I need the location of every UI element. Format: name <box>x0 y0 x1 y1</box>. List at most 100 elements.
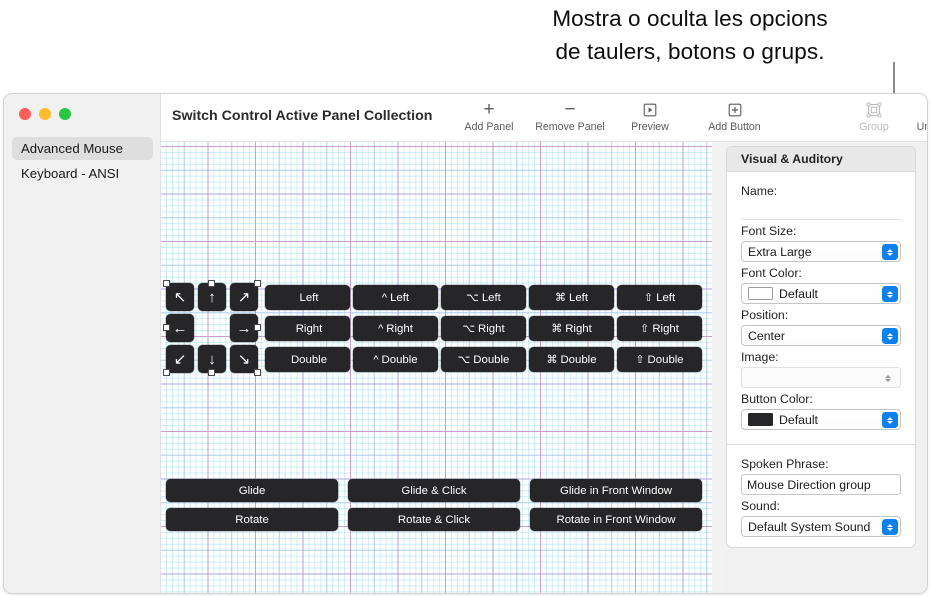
preview-button[interactable]: Preview <box>613 94 687 140</box>
font-size-select[interactable]: Extra Large <box>741 241 901 262</box>
sound-value: Default System Sound <box>748 519 871 534</box>
button-command-click-left[interactable]: ⌘ Left <box>529 285 614 310</box>
button-ctrl-double-click[interactable]: ^ Double <box>353 347 438 372</box>
chevron-updown-icon[interactable] <box>882 412 898 428</box>
sound-label: Sound: <box>741 499 780 513</box>
remove-panel-label: Remove Panel <box>535 121 605 133</box>
font-color-select[interactable]: Default <box>741 283 901 304</box>
selection-handle-bottom-center[interactable] <box>208 369 215 376</box>
button-shift-double-click[interactable]: ⇧ Double <box>617 347 702 372</box>
inspector-card: Visual & Auditory Name: Font Size: Extra… <box>726 146 916 548</box>
name-label: Name: <box>741 184 778 198</box>
maximize-button[interactable] <box>59 108 71 120</box>
remove-panel-button[interactable]: − Remove Panel <box>527 94 613 140</box>
position-select[interactable]: Center <box>741 325 901 346</box>
button-label: Right <box>478 322 505 335</box>
button-glide[interactable]: Glide <box>166 479 338 502</box>
arrow-up-icon: ↑ <box>208 288 216 306</box>
window-controls[interactable] <box>19 108 71 120</box>
sound-select[interactable]: Default System Sound <box>741 516 901 537</box>
button-ctrl-click-left[interactable]: ^ Left <box>353 285 438 310</box>
button-label: Glide & Click <box>401 484 467 497</box>
button-label: Right <box>386 322 413 335</box>
button-rotate-and-click[interactable]: Rotate & Click <box>348 508 520 531</box>
selection-handle-top-center[interactable] <box>208 280 215 287</box>
button-ctrl-click-right[interactable]: ^ Right <box>353 316 438 341</box>
chevron-updown-icon[interactable] <box>880 370 896 386</box>
button-glide-in-front-window[interactable]: Glide in Front Window <box>530 479 702 502</box>
selection-handle-bottom-right[interactable] <box>254 369 261 376</box>
button-shift-click-left[interactable]: ⇧ Left <box>617 285 702 310</box>
font-color-value: Default <box>779 286 818 301</box>
button-label: Double <box>381 353 418 366</box>
modifier-glyph: ⌥ <box>466 292 479 304</box>
button-arrow-down-left[interactable]: ↙ <box>166 345 194 373</box>
chevron-updown-icon[interactable] <box>882 244 898 260</box>
selection-handle-top-left[interactable] <box>163 280 170 287</box>
arrow-up-left-icon: ↖ <box>173 289 187 306</box>
button-arrow-up-right[interactable]: ↗ <box>230 283 258 311</box>
button-label: Double <box>647 353 684 366</box>
chevron-updown-icon[interactable] <box>882 328 898 344</box>
button-command-double-click[interactable]: ⌘ Double <box>529 347 614 372</box>
ungroup-label: Ungroup <box>916 121 927 133</box>
button-double-click[interactable]: Double <box>265 347 350 372</box>
close-button[interactable] <box>19 108 31 120</box>
button-option-double-click[interactable]: ⌥ Double <box>441 347 526 372</box>
button-label: Rotate & Click <box>397 513 471 526</box>
toolbar-items: + Add Panel − Remove Panel Preview Add B… <box>451 94 927 142</box>
button-label: Glide <box>238 484 266 497</box>
selection-handle-bottom-left[interactable] <box>163 369 170 376</box>
button-glide-and-click[interactable]: Glide & Click <box>348 479 520 502</box>
selection-handle-top-right[interactable] <box>254 280 261 287</box>
selection-handle-middle-left[interactable] <box>163 324 170 331</box>
button-click-left[interactable]: Left <box>265 285 350 310</box>
sidebar-item-advanced-mouse[interactable]: Advanced Mouse <box>12 137 153 160</box>
button-label: Left <box>299 291 319 304</box>
button-label: Left <box>656 291 676 304</box>
button-color-select[interactable]: Default <box>741 409 901 430</box>
button-arrow-left[interactable]: ← <box>166 314 194 342</box>
modifier-glyph: ⌥ <box>462 323 476 335</box>
toolbar: Switch Control Active Panel Collection +… <box>161 94 927 142</box>
font-size-value: Extra Large <box>748 244 812 259</box>
inspector-panel: Visual & Auditory Name: Font Size: Extra… <box>724 142 927 593</box>
chevron-updown-icon[interactable] <box>882 286 898 302</box>
button-option-click-right[interactable]: ⌥ Right <box>441 316 526 341</box>
add-panel-button[interactable]: + Add Panel <box>451 94 527 140</box>
callout-line-1: Mostra o oculta les opcions <box>552 6 828 31</box>
add-button-button[interactable]: Add Button <box>687 94 782 140</box>
button-arrow-up-left[interactable]: ↖ <box>166 283 194 311</box>
sidebar-item-keyboard-ansi[interactable]: Keyboard - ANSI <box>12 162 153 185</box>
button-command-click-right[interactable]: ⌘ Right <box>529 316 614 341</box>
button-rotate[interactable]: Rotate <box>166 508 338 531</box>
name-input[interactable] <box>741 201 901 220</box>
image-select[interactable] <box>741 367 901 388</box>
plus-icon: + <box>483 99 495 120</box>
group-button[interactable]: Group <box>844 94 904 140</box>
selection-handle-middle-right[interactable] <box>254 324 261 331</box>
arrow-down-left-icon: ↙ <box>173 351 187 368</box>
button-label: Rotate in Front Window <box>556 513 676 526</box>
ungroup-button[interactable]: Ungroup <box>904 94 927 140</box>
button-click-right[interactable]: Right <box>265 316 350 341</box>
button-shift-click-right[interactable]: ⇧ Right <box>617 316 702 341</box>
arrow-left-icon: ← <box>172 319 188 337</box>
panel-canvas[interactable]: ↖ ↑ ↗ ← → ↙ ↓ ↘ Left ^ Left ⌥ Left ⌘ Left ⇧… <box>161 142 712 593</box>
button-option-click-left[interactable]: ⌥ Left <box>441 285 526 310</box>
button-rotate-in-front-window[interactable]: Rotate in Front Window <box>530 508 702 531</box>
app-window: Advanced Mouse Keyboard - ANSI Switch Co… <box>3 93 928 594</box>
minimize-button[interactable] <box>39 108 51 120</box>
button-color-value: Default <box>779 412 818 427</box>
modifier-glyph: ⇧ <box>635 354 645 366</box>
modifier-glyph: ⇧ <box>640 323 650 335</box>
minus-icon: − <box>564 99 576 120</box>
font-color-swatch <box>748 287 773 300</box>
button-label: Glide in Front Window <box>559 484 673 497</box>
spoken-phrase-input[interactable]: Mouse Direction group <box>741 474 901 495</box>
chevron-updown-icon[interactable] <box>882 519 898 535</box>
button-arrow-up[interactable]: ↑ <box>198 283 226 311</box>
modifier-glyph: ^ <box>378 322 384 335</box>
callout-annotation: Mostra o oculta les opcions de taulers, … <box>470 2 910 68</box>
position-label: Position: <box>741 308 789 322</box>
